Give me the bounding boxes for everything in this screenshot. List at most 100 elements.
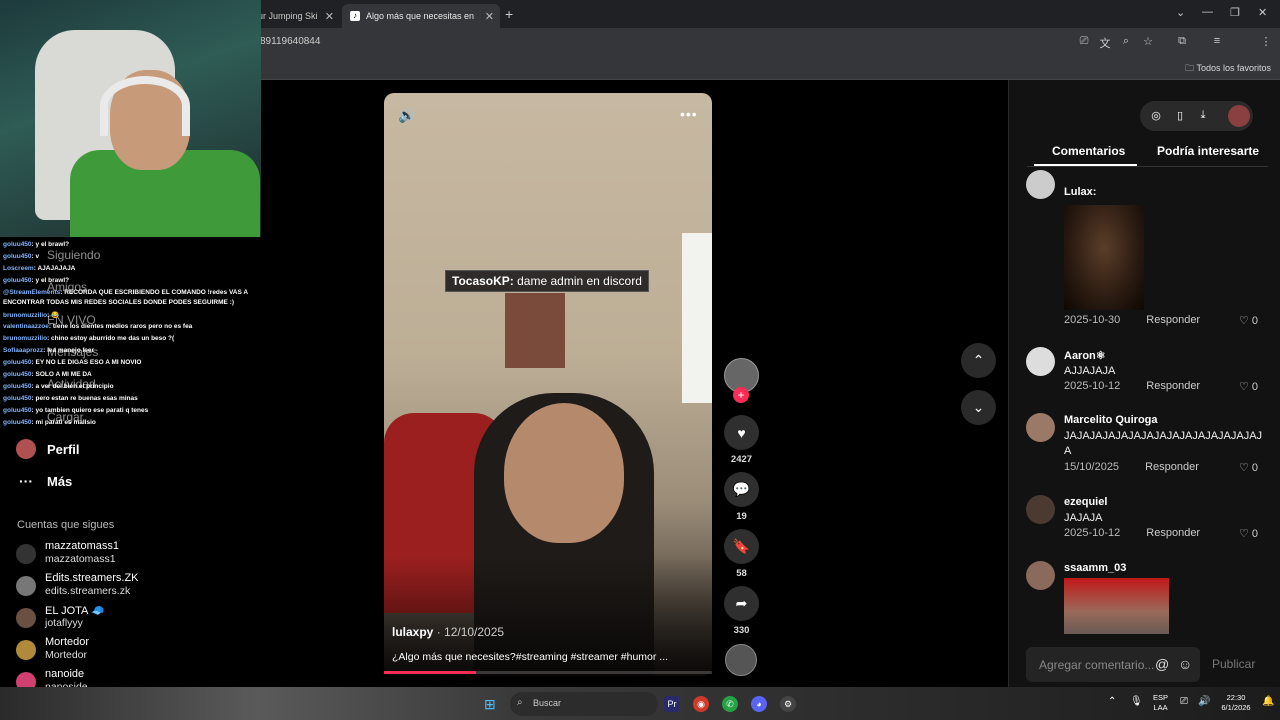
bookmark-icon[interactable]: 🔖 xyxy=(724,529,759,564)
browser-menu-icon[interactable]: ⋮ xyxy=(1259,35,1273,48)
share-action[interactable]: ➦ 330 xyxy=(724,586,759,636)
video-player[interactable] xyxy=(384,93,712,676)
comment-avatar[interactable] xyxy=(1026,170,1055,199)
language-indicator[interactable]: ESP LAA xyxy=(1153,693,1168,713)
comment-date: 2025-10-12 xyxy=(1064,527,1121,539)
windows-start-icon[interactable]: ⊞ xyxy=(484,696,500,712)
network-icon[interactable]: ⎚ xyxy=(1180,697,1188,707)
chat-text: : tiene los dientes medios raros pero no… xyxy=(48,323,193,330)
volume-icon[interactable]: 🔊 xyxy=(398,107,415,124)
tray-expand-icon[interactable]: ⌃ xyxy=(1108,697,1116,707)
chat-username: goluu450 xyxy=(3,253,32,260)
nav-more[interactable]: ··· Más xyxy=(16,471,72,491)
comment-like-button[interactable]: ♡ 0 xyxy=(1239,461,1258,474)
minimize-icon[interactable]: — xyxy=(1202,6,1213,18)
publish-button[interactable]: Publicar xyxy=(1212,657,1255,671)
device-icon[interactable]: ▯ xyxy=(1173,109,1187,122)
chrome-icon[interactable]: ◉ xyxy=(693,696,709,712)
reply-button[interactable]: Responder xyxy=(1146,527,1200,539)
nav-profile-label: Perfil xyxy=(47,441,80,457)
add-comment-field[interactable]: Agregar comentario... @ ☺ xyxy=(1026,647,1200,682)
microphone-icon[interactable]: 🎙 xyxy=(1130,697,1143,707)
tab-might-interest[interactable]: Podría interesarte xyxy=(1157,144,1259,158)
emoji-icon[interactable]: ☺ xyxy=(1178,656,1192,672)
chat-username: goluu450 xyxy=(3,419,32,426)
comment-like-count: 0 xyxy=(1251,462,1258,474)
previous-video-button[interactable]: ⌃ xyxy=(961,343,996,378)
extensions-icon[interactable]: ⧉ xyxy=(1175,35,1189,48)
coins-icon[interactable]: ◎ xyxy=(1149,109,1163,122)
nav-profile[interactable]: Perfil xyxy=(16,439,80,459)
premiere-icon[interactable]: Pr xyxy=(664,696,680,712)
tab-comments[interactable]: Comentarios xyxy=(1052,144,1125,158)
tab-search-icon[interactable]: ⌄ xyxy=(1176,6,1185,19)
tab-tiktok-active[interactable]: ♪ Algo más que necesitas en ✕ xyxy=(342,4,500,28)
save-action[interactable]: 🔖 58 xyxy=(724,529,759,579)
comment-like-button[interactable]: ♡ 0 xyxy=(1239,314,1258,327)
wall-poster xyxy=(505,293,565,368)
tab-jumping-skills[interactable]: ur Jumping Ski ✕ xyxy=(250,4,340,28)
like-action[interactable]: ♥ 2427 xyxy=(724,415,759,465)
bookmark-star-icon[interactable]: ☆ xyxy=(1141,35,1155,48)
comment-avatar[interactable] xyxy=(1026,347,1055,376)
video-author[interactable]: lulaxpy · 12/10/2025 xyxy=(392,625,504,639)
maximize-icon[interactable]: ❐ xyxy=(1230,6,1240,19)
following-account[interactable]: mazzatomass1 mazzatomass1 xyxy=(16,540,166,570)
clock[interactable]: 22:30 6/1/2026 xyxy=(1216,693,1256,713)
account-name: EL JOTA 🧢 xyxy=(45,605,105,617)
chat-message: brunomuzzilio: 😂 xyxy=(3,311,59,319)
comment-avatar[interactable] xyxy=(1026,561,1055,590)
comment-like-button[interactable]: ♡ 0 xyxy=(1239,380,1258,393)
comment-author[interactable]: Aaron⚛ xyxy=(1064,349,1106,362)
following-account[interactable]: Mortedor Mortedor xyxy=(16,636,166,666)
notifications-icon[interactable]: 🔔 xyxy=(1262,697,1274,707)
user-avatar[interactable] xyxy=(1228,105,1250,127)
comment-avatar[interactable] xyxy=(1026,413,1055,442)
close-window-icon[interactable]: ✕ xyxy=(1258,6,1267,19)
next-video-button[interactable]: ⌄ xyxy=(961,390,996,425)
close-tab-icon[interactable]: ✕ xyxy=(485,10,494,23)
following-account[interactable]: EL JOTA 🧢 jotaflyyy xyxy=(16,604,166,634)
close-tab-icon[interactable]: ✕ xyxy=(325,10,334,23)
top-action-icons: ◎ ▯ ⤓ xyxy=(1140,101,1253,131)
download-icon[interactable]: ⤓ xyxy=(1196,109,1210,122)
speaker-icon[interactable]: 🔊 xyxy=(1198,697,1210,707)
chat-text: : v xyxy=(31,253,40,260)
video-description[interactable]: ¿Algo más que necesites?#streaming #stre… xyxy=(392,651,692,663)
comment-icon[interactable]: 💬 xyxy=(724,472,759,507)
all-bookmarks-folder[interactable]: 🗀 Todos los favoritos xyxy=(1185,61,1271,77)
taskbar-search[interactable]: ⌕ Buscar xyxy=(510,692,658,716)
follow-plus-icon[interactable]: + xyxy=(733,387,749,403)
comment-action[interactable]: 💬 19 xyxy=(724,472,759,522)
comment-author[interactable]: ssaamm_03 xyxy=(1064,562,1126,574)
comment-author[interactable]: Lulax: xyxy=(1064,186,1096,198)
music-disc-icon[interactable] xyxy=(725,644,757,676)
chat-message: goluu450: v xyxy=(3,253,39,260)
heart-icon[interactable]: ♥ xyxy=(724,415,759,450)
discord-icon[interactable]: ◕ xyxy=(751,696,767,712)
share-icon[interactable]: ➦ xyxy=(724,586,759,621)
zoom-icon[interactable]: ⌕ xyxy=(1119,35,1133,48)
reply-button[interactable]: Responder xyxy=(1146,314,1200,326)
following-account[interactable]: Edits.streamers.ZK edits.streamers.zk xyxy=(16,572,166,602)
url-text[interactable]: 89119640844 xyxy=(260,36,320,47)
whatsapp-icon[interactable]: ✆ xyxy=(722,696,738,712)
author-name[interactable]: lulaxpy xyxy=(392,625,433,639)
more-options-icon[interactable]: ••• xyxy=(680,106,698,122)
reply-button[interactable]: Responder xyxy=(1145,461,1199,473)
comment-avatar[interactable] xyxy=(1026,495,1055,524)
new-tab-icon[interactable]: + xyxy=(505,6,513,22)
comment-like-button[interactable]: ♡ 0 xyxy=(1239,527,1258,540)
nav-following[interactable]: Siguiendo xyxy=(47,248,100,262)
comment-author[interactable]: ezequiel xyxy=(1064,496,1107,508)
mention-icon[interactable]: @ xyxy=(1155,656,1169,672)
media-controls-icon[interactable]: ≡ xyxy=(1210,35,1224,47)
reply-button[interactable]: Responder xyxy=(1146,380,1200,392)
comment-author[interactable]: Marcelito Quiroga xyxy=(1064,414,1158,426)
app-icon[interactable]: ⚙ xyxy=(780,696,796,712)
video-progress-bar[interactable] xyxy=(384,671,712,674)
cast-icon[interactable]: ⎚ xyxy=(1077,35,1091,48)
translate-icon[interactable]: 文 xyxy=(1098,35,1112,51)
comment-item: Aaron⚛ AJJAJAJA 2025-10-12 Responder ♡ 0 xyxy=(1026,347,1266,393)
save-count: 58 xyxy=(736,568,747,579)
